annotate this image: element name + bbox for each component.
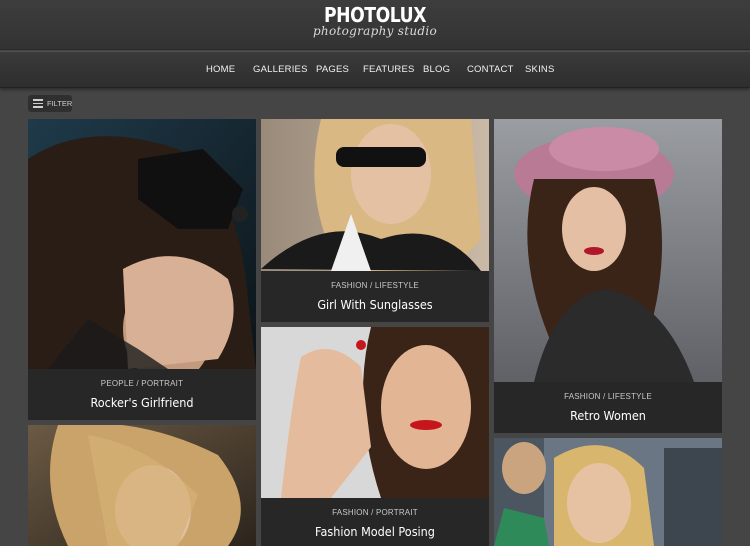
gallery-item-fashion-model-posing[interactable]: FASHION / PORTRAIT Fashion Model Posing — [261, 327, 489, 546]
site-tagline: photography studio — [312, 24, 438, 38]
gallery-photo — [28, 119, 256, 369]
gallery-caption: FASHION / LIFESTYLE Girl With Sunglasses — [261, 271, 489, 322]
gallery-photo — [494, 438, 722, 546]
gallery-photo — [261, 327, 489, 498]
menu-lines-icon — [33, 99, 43, 108]
gallery-title[interactable]: Girl With Sunglasses — [272, 297, 477, 312]
nav-item-home[interactable]: HOME — [206, 64, 235, 75]
gallery-item[interactable] — [28, 425, 256, 546]
main-navigation: HOME GALLERIES PAGES FEATURES BLOG CONTA… — [0, 51, 750, 88]
nav-item-skins[interactable]: SKINS — [525, 64, 555, 75]
gallery-item-girl-with-sunglasses[interactable]: FASHION / LIFESTYLE Girl With Sunglasses — [261, 119, 489, 322]
gallery-photo — [28, 425, 256, 546]
nav-item-pages[interactable]: PAGES — [316, 64, 349, 75]
gallery-caption: PEOPLE / PORTRAIT Rocker's Girlfriend — [28, 369, 256, 420]
gallery-title[interactable]: Retro Women — [505, 408, 710, 423]
gallery-category[interactable]: FASHION / LIFESTYLE — [261, 281, 489, 290]
gallery-category[interactable]: FASHION / PORTRAIT — [261, 508, 489, 517]
gallery-title[interactable]: Fashion Model Posing — [272, 524, 477, 539]
gallery-category[interactable]: FASHION / LIFESTYLE — [494, 392, 722, 401]
gallery-item-rockers-girlfriend[interactable]: PEOPLE / PORTRAIT Rocker's Girlfriend — [28, 119, 256, 420]
gallery-item-retro-women[interactable]: FASHION / LIFESTYLE Retro Women — [494, 119, 722, 433]
gallery-photo — [261, 119, 489, 271]
gallery-caption: FASHION / PORTRAIT Fashion Model Posing — [261, 498, 489, 546]
gallery-photo — [494, 119, 722, 382]
gallery-item[interactable] — [494, 438, 722, 546]
gallery-category[interactable]: PEOPLE / PORTRAIT — [28, 379, 256, 388]
nav-item-features[interactable]: FEATURES — [363, 64, 415, 75]
gallery-title[interactable]: Rocker's Girlfriend — [39, 395, 244, 410]
gallery-caption: FASHION / LIFESTYLE Retro Women — [494, 382, 722, 433]
filter-label: FILTER — [47, 99, 73, 108]
nav-item-galleries[interactable]: GALLERIES — [253, 64, 308, 75]
nav-item-blog[interactable]: BLOG — [423, 64, 450, 75]
filter-button[interactable]: FILTER — [28, 95, 72, 112]
site-header: PHOTOLUX photography studio — [0, 0, 750, 50]
nav-item-contact[interactable]: CONTACT — [467, 64, 514, 75]
